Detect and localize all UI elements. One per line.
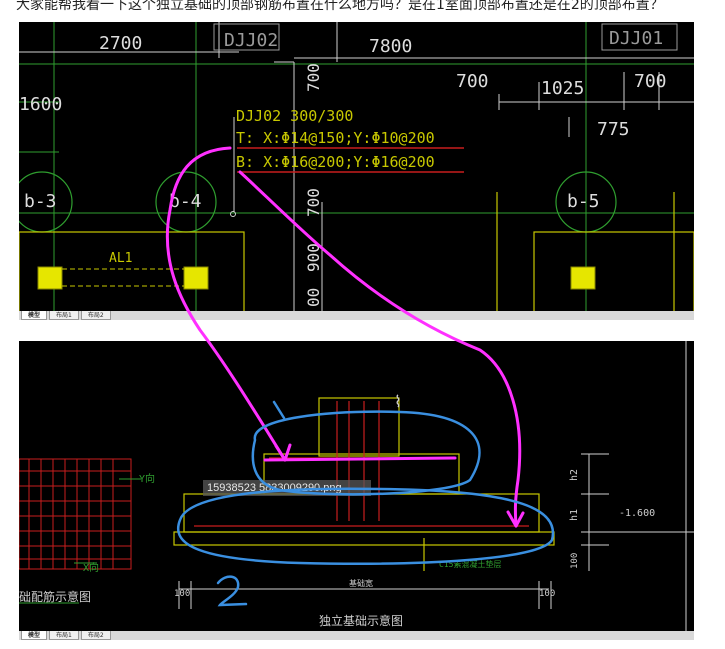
dim-700-a: 700 (456, 71, 489, 92)
axis-b4: b-4 (169, 191, 202, 212)
label-section-title: 独立基础示意图 (319, 613, 403, 628)
tab-layout2-bottom[interactable]: 布局2 (80, 631, 111, 640)
label-rebar-diagram-title: 础配筋示意图 (19, 589, 91, 604)
question-text: 大家能帮我看一下这个独立基础的顶部钢筋布置在什么地方吗？是在1室面顶部布置还是在… (16, 0, 664, 12)
annotation-line2-top-rebar: T: X:Φ14@150;Y:Φ10@200 (236, 129, 435, 147)
frame-lines (213, 23, 678, 51)
image-filename-badge: 15938523 5833009290.png (203, 480, 371, 496)
label-base-width: 基础宽 (349, 578, 373, 588)
annotation-line1: DJJ02 300/300 (236, 107, 353, 125)
callout-point (230, 211, 236, 217)
dim-h2: h2 (569, 469, 580, 481)
dim-100-vertical: 100 (570, 553, 580, 569)
break-symbol: ⌇ (394, 392, 402, 411)
rebar-grid (19, 458, 132, 570)
axis-b3: b-3 (24, 191, 57, 212)
label-elevation: -1.600 (619, 508, 655, 519)
label-x-direction: X向 (83, 561, 99, 574)
tab-layout1-bottom[interactable]: 布局1 (49, 631, 79, 640)
dim-h1: h1 (569, 509, 580, 521)
beam-al1 (62, 268, 184, 287)
dim-7800: 7800 (369, 36, 412, 57)
axis-b5: b-5 (567, 191, 600, 212)
tab-layout1-top[interactable]: 布局1 (49, 311, 79, 320)
label-al1: AL1 (109, 251, 132, 266)
dim-2700: 2700 (99, 33, 142, 54)
top-layout-tabs: 模型 布局1 布局2 (19, 311, 694, 320)
top-cad-drawing: 2700 DJJ02 7800 DJJ01 700 1025 700 1600 … (19, 22, 694, 311)
label-djj01-frame: DJJ01 (609, 28, 663, 49)
dim-100-right: 100 (539, 589, 555, 599)
label-djj02-frame: DJJ02 (224, 30, 278, 51)
label-c15-cushion: C15素混凝土垫层 (439, 559, 501, 569)
dim-1025: 1025 (541, 78, 584, 99)
dim-100-left: 100 (174, 589, 190, 599)
bottom-layout-tabs: 模型 布局1 布局2 (19, 631, 694, 640)
tab-model-bottom[interactable]: 模型 (21, 631, 48, 640)
dim-775: 775 (597, 119, 630, 140)
direction-markers (19, 478, 141, 604)
section-rebar (194, 401, 529, 527)
dim-00-vertical: 00 (304, 288, 323, 307)
dim-700-vertical-2: 700 (304, 188, 323, 217)
top-drawing-canvas: 2700 DJJ02 7800 DJJ01 700 1025 700 1600 … (19, 22, 694, 311)
tab-layout2-top[interactable]: 布局2 (80, 311, 111, 320)
tab-model-top[interactable]: 模型 (21, 311, 48, 320)
dim-900-vertical: 900 (304, 243, 323, 272)
dim-1600: 1600 (19, 94, 62, 115)
dim-700-vertical: 700 (304, 63, 323, 92)
dim-700-b: 700 (634, 71, 667, 92)
annotation-line3-bottom-rebar: B: X:Φ16@200;Y:Φ16@200 (236, 153, 435, 171)
label-y-direction: Y向 (139, 472, 155, 485)
